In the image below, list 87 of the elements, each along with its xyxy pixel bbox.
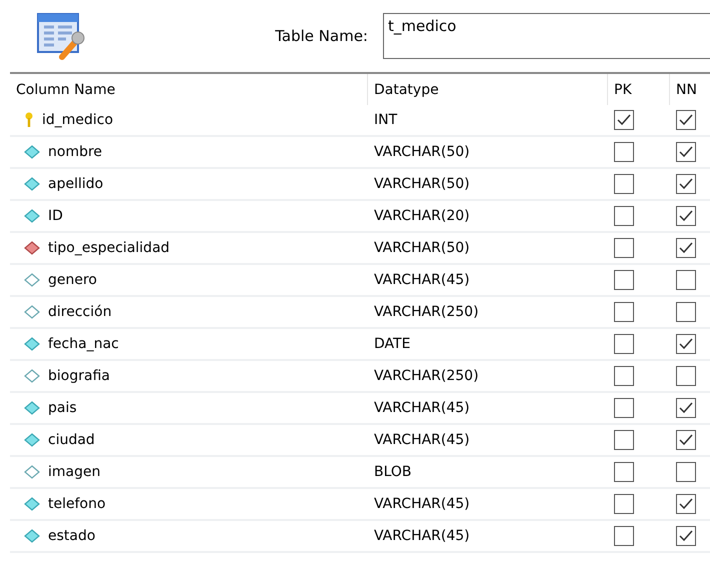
column-name: dirección xyxy=(48,304,112,320)
diamond-icon xyxy=(24,369,40,383)
checkbox[interactable] xyxy=(614,270,634,290)
checkbox[interactable] xyxy=(614,526,634,546)
checkbox[interactable] xyxy=(676,238,696,258)
checkbox[interactable] xyxy=(614,334,634,354)
key-icon xyxy=(24,112,34,128)
diamond-icon xyxy=(24,177,40,191)
diamond-icon xyxy=(24,305,40,319)
check-icon xyxy=(678,177,694,191)
checkbox[interactable] xyxy=(614,462,634,482)
checkbox[interactable] xyxy=(676,366,696,386)
datatype-text: VARCHAR(20) xyxy=(374,208,470,224)
checkbox[interactable] xyxy=(676,174,696,194)
column-name: genero xyxy=(48,272,97,288)
column-name: apellido xyxy=(48,176,104,192)
column-name: tipo_especialidad xyxy=(48,240,170,256)
column-header[interactable]: NN xyxy=(670,74,710,105)
checkbox[interactable] xyxy=(614,398,634,418)
table-name-field[interactable]: t_medico xyxy=(383,13,710,59)
datatype-text: VARCHAR(50) xyxy=(374,176,470,192)
check-icon xyxy=(678,113,694,127)
checkbox[interactable] xyxy=(614,366,634,386)
datatype-text: VARCHAR(45) xyxy=(374,400,470,416)
column-name: ciudad xyxy=(48,432,95,448)
column-name: pais xyxy=(48,400,77,416)
column-header[interactable]: PK xyxy=(608,74,670,105)
checkbox[interactable] xyxy=(614,494,634,514)
datatype-text: VARCHAR(45) xyxy=(374,528,470,544)
column-name: estado xyxy=(48,528,96,544)
datatype-text: VARCHAR(50) xyxy=(374,240,470,256)
datatype-text: VARCHAR(45) xyxy=(374,272,470,288)
checkbox[interactable] xyxy=(676,110,696,130)
checkbox[interactable] xyxy=(614,430,634,450)
check-icon xyxy=(678,497,694,511)
checkbox[interactable] xyxy=(614,302,634,322)
check-icon xyxy=(678,433,694,447)
datatype-text: INT xyxy=(374,112,398,128)
check-icon xyxy=(678,337,694,351)
diamond-icon xyxy=(24,401,40,415)
checkbox[interactable] xyxy=(676,526,696,546)
datatype-text: BLOB xyxy=(374,464,412,480)
checkbox[interactable] xyxy=(614,238,634,258)
datatype-text: VARCHAR(45) xyxy=(374,432,470,448)
diamond-icon xyxy=(24,209,40,223)
column-name: ID xyxy=(48,208,63,224)
check-icon xyxy=(678,401,694,415)
datatype-text: VARCHAR(250) xyxy=(374,304,479,320)
checkbox[interactable] xyxy=(676,206,696,226)
checkbox[interactable] xyxy=(676,494,696,514)
checkbox[interactable] xyxy=(676,142,696,162)
column-header[interactable]: Column Name xyxy=(10,74,368,105)
checkbox[interactable] xyxy=(676,398,696,418)
diamond-icon xyxy=(24,529,40,543)
column-name: fecha_nac xyxy=(48,336,119,352)
diamond-icon xyxy=(24,497,40,511)
check-icon xyxy=(678,529,694,543)
checkbox[interactable] xyxy=(676,270,696,290)
diamond-icon xyxy=(24,465,40,479)
column-header[interactable]: Datatype xyxy=(368,74,608,105)
diamond-icon xyxy=(24,433,40,447)
diamond-icon xyxy=(24,337,40,351)
checkbox[interactable] xyxy=(614,142,634,162)
column-name: telefono xyxy=(48,496,106,512)
checkbox[interactable] xyxy=(676,462,696,482)
checkbox[interactable] xyxy=(614,110,634,130)
checkbox[interactable] xyxy=(614,206,634,226)
datatype-text: DATE xyxy=(374,336,410,352)
diamond-icon xyxy=(24,241,40,255)
checkbox[interactable] xyxy=(676,334,696,354)
diamond-icon xyxy=(24,273,40,287)
check-icon xyxy=(616,113,632,127)
column-name: imagen xyxy=(48,464,100,480)
datatype-text: VARCHAR(50) xyxy=(374,144,470,160)
column-name: nombre xyxy=(48,144,102,160)
diamond-icon xyxy=(24,145,40,159)
datatype-text: VARCHAR(45) xyxy=(374,496,470,512)
check-icon xyxy=(678,145,694,159)
check-icon xyxy=(678,241,694,255)
column-name: biografia xyxy=(48,368,110,384)
checkbox[interactable] xyxy=(614,174,634,194)
checkbox[interactable] xyxy=(676,430,696,450)
datatype-text: VARCHAR(250) xyxy=(374,368,479,384)
table-name-label: Table Name: xyxy=(274,27,369,45)
check-icon xyxy=(678,209,694,223)
checkbox[interactable] xyxy=(676,302,696,322)
column-name: id_medico xyxy=(42,112,114,128)
